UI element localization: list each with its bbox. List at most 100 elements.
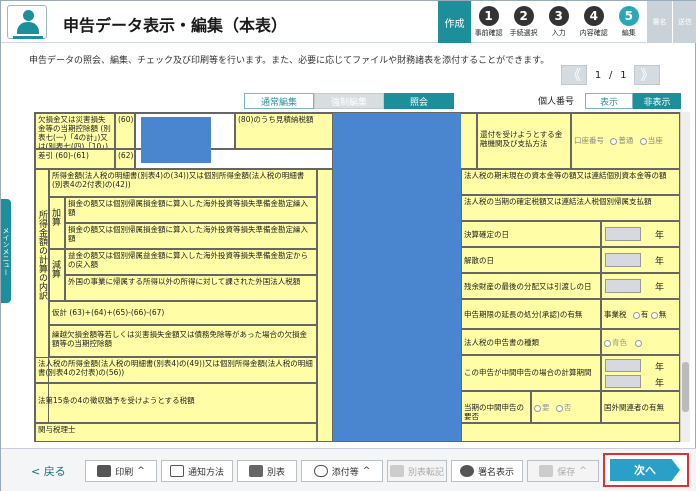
- futsu-label: 普通: [618, 136, 634, 145]
- next-button[interactable]: 次へ: [610, 459, 680, 481]
- form-r1a: 欠損金又は災害損失金等の当期控除額 (別表七(一)「4の計」)又は(別表七(四)…: [35, 113, 115, 149]
- edit-mode-tabs: 通常編集 強制編集 照会: [244, 93, 454, 109]
- nashi-radio[interactable]: [650, 311, 658, 319]
- date-select-4[interactable]: [605, 359, 641, 372]
- show-button[interactable]: 表示: [585, 93, 633, 109]
- beppyo-tenki-label: 別表転記: [407, 467, 444, 478]
- nen-label-3: 年: [655, 283, 665, 293]
- back-label: 戻る: [43, 465, 66, 478]
- step-2: 2 手続選択: [506, 1, 541, 43]
- force-edit-button[interactable]: 強制編集: [314, 93, 384, 109]
- print-button[interactable]: 印刷 ^: [85, 460, 157, 482]
- beppyo-label: 別表: [266, 467, 285, 478]
- beppyo-button[interactable]: 別表: [237, 460, 297, 482]
- step-send: 送信: [671, 1, 696, 43]
- printer-icon: [97, 465, 112, 477]
- app-window: 申告データ表示・編集（本表） 作成 1 事前確認 2 手続選択 3 入力 4 内容確認 …: [0, 0, 696, 491]
- row-r-c: 決算確定の日: [461, 221, 601, 247]
- chevron-up-icon-3: ^: [579, 466, 587, 476]
- sign-view-button[interactable]: 署名表示: [451, 460, 523, 482]
- step-sign: 署名: [646, 1, 672, 43]
- form-r1b: (80)のうち見積納税額: [235, 113, 333, 149]
- date-select-5[interactable]: [605, 375, 641, 388]
- scroll-thumb[interactable]: [682, 362, 689, 412]
- step-1: 1 事前確認: [471, 1, 506, 43]
- nen-label-4: 年: [655, 363, 665, 373]
- form-scrollbar[interactable]: [680, 112, 690, 442]
- row-r-g: 法人税の申告書の種類: [461, 329, 601, 355]
- notice-method-button[interactable]: 通知方法: [161, 460, 233, 482]
- notice-label: 通知方法: [187, 467, 224, 478]
- beppyo-transfer-button[interactable]: 別表転記: [387, 460, 447, 482]
- row-r-b: 法人税の当期の確定税額又は連結法人税個別帰属支払額: [461, 195, 679, 221]
- current-page: 1: [594, 69, 602, 81]
- row-s7: 繰越欠損金額等若しくは災害損失金額又は債務免除等があった場合の欠損金額等の当期控…: [49, 325, 317, 357]
- chevron-up-icon: ^: [137, 466, 145, 476]
- prev-page-button[interactable]: 《: [561, 65, 587, 85]
- back-button[interactable]: < 戻る: [31, 463, 66, 479]
- checkbox-icon: [169, 465, 184, 477]
- attach-button[interactable]: 添付等 ^: [301, 460, 383, 482]
- date-select-3[interactable]: [605, 279, 641, 293]
- save-button[interactable]: 保存 ^: [527, 460, 599, 482]
- other-radio[interactable]: [635, 339, 643, 347]
- kanpu-label: 還付を受けようとする金融機関及び支払方法: [477, 113, 571, 169]
- nen-label-5: 年: [655, 379, 665, 389]
- ari-radio[interactable]: [632, 311, 640, 319]
- step-indicator: 作成 1 事前確認 2 手続選択 3 入力 4 内容確認 5 編集 署名 送信: [438, 1, 696, 43]
- aoiro-radio[interactable]: [604, 339, 611, 347]
- row-r-last: [461, 423, 679, 441]
- pager: 《 1 / 1 》: [561, 65, 661, 85]
- main-menu-tab[interactable]: メインメニュー: [1, 199, 11, 303]
- hi-radio[interactable]: [555, 404, 563, 412]
- yo-label: 要: [542, 403, 550, 412]
- next-page-button[interactable]: 》: [634, 65, 661, 85]
- kokugai-label: 国外関連者の有無: [601, 391, 679, 423]
- touza-radio[interactable]: [639, 137, 647, 145]
- jigyozei-label: 事業税: [604, 310, 627, 319]
- row-r-g-value: 青色: [601, 329, 679, 355]
- step-5: 5 編集: [611, 1, 646, 43]
- sign-view-label: 署名表示: [477, 467, 514, 478]
- aoiro-label: 青色: [612, 338, 627, 347]
- kasan-label: 加算: [49, 197, 65, 249]
- form-r2a-no: (62): [115, 149, 135, 169]
- normal-edit-button[interactable]: 通常編集: [244, 93, 314, 109]
- futsu-radio[interactable]: [610, 137, 618, 145]
- chevron-left-icon: <: [31, 465, 44, 478]
- save-icon: [539, 465, 554, 477]
- next-button-highlight: 次へ: [603, 453, 689, 487]
- attach-label: 添付等: [331, 467, 359, 478]
- row-r-f-value: 事業税 有 無: [601, 299, 679, 329]
- row-r-e: 残余財産の最後の分配又は引渡しの日: [461, 273, 601, 299]
- row-s1: 所得金額(法人税の明細書(別表4)の(34))又は個別所得金額(法人税の明細書(…: [49, 169, 317, 197]
- nen-label-2: 年: [655, 257, 665, 267]
- touza-label: 当座: [647, 136, 663, 145]
- footer-toolbar: < 戻る 印刷 ^ 通知方法 別表 添付等 ^ 別表転記 署名表示 保存 ^: [1, 448, 696, 491]
- nashi-label: 無: [658, 310, 667, 319]
- yo-radio[interactable]: [534, 404, 541, 412]
- user-form-icon: [7, 5, 47, 39]
- form-r2a: 差引 (60)-(61): [35, 149, 115, 169]
- kouza-label: 口座番号: [574, 136, 604, 145]
- row-r-d: 解散の日: [461, 247, 601, 273]
- seal-icon: [459, 465, 474, 477]
- step-3: 3 入力: [541, 1, 576, 43]
- stack-icon: [248, 465, 263, 477]
- grid-icon: [389, 465, 404, 477]
- kouza-field: 口座番号 普通 当座: [571, 113, 679, 169]
- personal-number-label: 個人番号: [538, 97, 575, 107]
- row-s10: 関与税理士: [35, 423, 317, 441]
- redacted-block-1: [141, 117, 211, 163]
- row-r-h: この申告が中間申告の場合の計算期間: [461, 355, 601, 391]
- date-select-1[interactable]: [605, 227, 641, 241]
- description: 申告データの照会、編集、チェック及び印刷等を行います。また、必要に応じてファイル…: [29, 56, 550, 66]
- row-s2: 損金の額又は個別帰属損金額に算入した海外投資等損失準備金勘定繰入額: [65, 197, 317, 223]
- gensan-label: 減算: [49, 249, 65, 301]
- hide-button[interactable]: 非表示: [633, 93, 681, 109]
- header: 申告データ表示・編集（本表） 作成 1 事前確認 2 手続選択 3 入力 4 内容確認 …: [1, 1, 696, 43]
- form-r1a-no: (60): [115, 113, 135, 149]
- inquiry-button[interactable]: 照会: [384, 93, 454, 109]
- row-s4: 益金の額又は個別帰属益金額に算入した海外投資等損失準備金勘定からの戻入額: [65, 249, 317, 275]
- date-select-2[interactable]: [605, 253, 641, 267]
